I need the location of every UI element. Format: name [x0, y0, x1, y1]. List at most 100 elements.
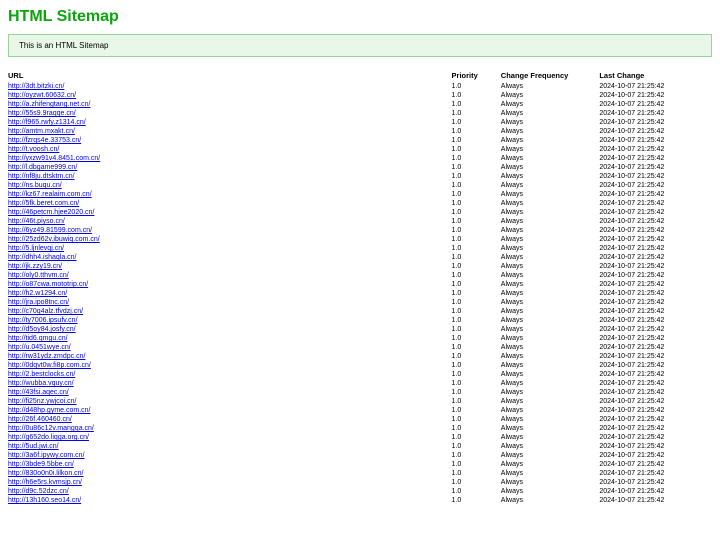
- url-link[interactable]: http://jra.ipo8tnc.cn/: [8, 299, 69, 306]
- frequency-cell: Always: [501, 181, 600, 190]
- url-link[interactable]: http://t.voosh.cn/: [8, 146, 59, 153]
- url-link[interactable]: http://a.zhifengtang.net.cn/: [8, 101, 91, 108]
- url-link[interactable]: http://13h160.seo14.cn/: [8, 497, 81, 504]
- url-link[interactable]: http://2.bestclocks.cn/: [8, 371, 75, 378]
- url-link[interactable]: http://jk.zzy19.cn/: [8, 263, 62, 270]
- frequency-cell: Always: [501, 469, 600, 478]
- frequency-cell: Always: [501, 379, 600, 388]
- url-link[interactable]: http://h2.w1294.cn/: [8, 290, 67, 297]
- table-row: http://l.dbgame999.cn/1.0Always2024-10-0…: [8, 163, 712, 172]
- url-link[interactable]: http://3a6f.ipywy.com.cn/: [8, 452, 85, 459]
- priority-cell: 1.0: [452, 163, 501, 172]
- last-change-cell: 2024-10-07 21:25:42: [599, 325, 712, 334]
- url-link[interactable]: http://fi25nz.ywjcoi.cn/: [8, 398, 76, 405]
- url-link[interactable]: http://0u86c12v.mangqa.cn/: [8, 425, 94, 432]
- url-link[interactable]: http://nf8ju.dtsktm.cn/: [8, 173, 75, 180]
- frequency-cell: Always: [501, 397, 600, 406]
- frequency-cell: Always: [501, 154, 600, 163]
- priority-cell: 1.0: [452, 451, 501, 460]
- priority-cell: 1.0: [452, 442, 501, 451]
- url-link[interactable]: http://o87cwa.mototrip.cn/: [8, 281, 88, 288]
- frequency-cell: Always: [501, 334, 600, 343]
- last-change-cell: 2024-10-07 21:25:42: [599, 496, 712, 505]
- url-link[interactable]: http://ns.buqu.cn/: [8, 182, 62, 189]
- table-row: http://a.zhifengtang.net.cn/1.0Always202…: [8, 100, 712, 109]
- url-link[interactable]: http://rw31ydz.zmdpc.cn/: [8, 353, 85, 360]
- url-link[interactable]: http://wubba.vquy.cn/: [8, 380, 74, 387]
- url-link[interactable]: http://0dqvt0w.fi8p.com.cn/: [8, 362, 91, 369]
- url-link[interactable]: http://3dt.bitzki.cn/: [8, 83, 64, 90]
- priority-cell: 1.0: [452, 280, 501, 289]
- url-link[interactable]: http://f965.rwfy.z1314.cn/: [8, 119, 86, 126]
- url-link[interactable]: http://43fsi.aqec.cn/: [8, 389, 69, 396]
- url-link[interactable]: http://kz67.realaim.com.cn/: [8, 191, 92, 198]
- frequency-cell: Always: [501, 478, 600, 487]
- url-link[interactable]: http://46petcm.hjee2020.cn/: [8, 209, 94, 216]
- frequency-cell: Always: [501, 316, 600, 325]
- last-change-cell: 2024-10-07 21:25:42: [599, 487, 712, 496]
- url-link[interactable]: http://d9c.52dzc.cn/: [8, 488, 69, 495]
- frequency-cell: Always: [501, 244, 600, 253]
- url-link[interactable]: http://d5oy84.josfy.cn/: [8, 326, 76, 333]
- table-row: http://3bde9.5bbe.cn/1.0Always2024-10-07…: [8, 460, 712, 469]
- frequency-cell: Always: [501, 451, 600, 460]
- table-row: http://25zd62v.ibuwiq.com.cn/1.0Always20…: [8, 235, 712, 244]
- table-row: http://rw31ydz.zmdpc.cn/1.0Always2024-10…: [8, 352, 712, 361]
- url-link[interactable]: http://5.ljnlevqj.cn/: [8, 245, 64, 252]
- priority-cell: 1.0: [452, 433, 501, 442]
- frequency-cell: Always: [501, 217, 600, 226]
- url-link[interactable]: http://5fk.beret.com.cn/: [8, 200, 79, 207]
- url-link[interactable]: http://u.0451wye.cn/: [8, 344, 71, 351]
- table-row: http://c70q4alz.tfvdzj.cn/1.0Always2024-…: [8, 307, 712, 316]
- last-change-cell: 2024-10-07 21:25:42: [599, 217, 712, 226]
- url-link[interactable]: http://c70q4alz.tfvdzj.cn/: [8, 308, 83, 315]
- last-change-cell: 2024-10-07 21:25:42: [599, 235, 712, 244]
- priority-cell: 1.0: [452, 415, 501, 424]
- url-link[interactable]: http://oly0.tthvm.cn/: [8, 272, 69, 279]
- url-link[interactable]: http://amtm.mxakt.cn/: [8, 128, 75, 135]
- url-link[interactable]: http://tid6.qmgu.cn/: [8, 335, 68, 342]
- last-change-cell: 2024-10-07 21:25:42: [599, 280, 712, 289]
- url-link[interactable]: http://d48hp.gyme.com.cn/: [8, 407, 91, 414]
- url-link[interactable]: http://46t.piyso.cn/: [8, 218, 65, 225]
- frequency-cell: Always: [501, 82, 600, 91]
- url-link[interactable]: http://ty7006.ipsufv.cn/: [8, 317, 78, 324]
- frequency-cell: Always: [501, 307, 600, 316]
- priority-cell: 1.0: [452, 343, 501, 352]
- last-change-cell: 2024-10-07 21:25:42: [599, 118, 712, 127]
- url-link[interactable]: http://55s9.9raqqe.cn/: [8, 110, 76, 117]
- last-change-cell: 2024-10-07 21:25:42: [599, 370, 712, 379]
- frequency-cell: Always: [501, 361, 600, 370]
- url-link[interactable]: http://3bde9.5bbe.cn/: [8, 461, 74, 468]
- url-link[interactable]: http://6yz49.81599.com.cn/: [8, 227, 92, 234]
- last-change-cell: 2024-10-07 21:25:42: [599, 172, 712, 181]
- url-link[interactable]: http://830o0n0i.lilkon.cn/: [8, 470, 84, 477]
- table-row: http://6yz49.81599.com.cn/1.0Always2024-…: [8, 226, 712, 235]
- frequency-cell: Always: [501, 208, 600, 217]
- priority-cell: 1.0: [452, 379, 501, 388]
- frequency-cell: Always: [501, 388, 600, 397]
- last-change-cell: 2024-10-07 21:25:42: [599, 109, 712, 118]
- table-row: http://830o0n0i.lilkon.cn/1.0Always2024-…: [8, 469, 712, 478]
- table-row: http://dhh4.ishaqla.cn/1.0Always2024-10-…: [8, 253, 712, 262]
- url-link[interactable]: http://l.dbgame999.cn/: [8, 164, 77, 171]
- url-link[interactable]: http://26f.460460.cn/: [8, 416, 72, 423]
- url-link[interactable]: http://yxzw91v4.8451.com.cn/: [8, 155, 100, 162]
- info-box: This is an HTML Sitemap: [8, 34, 712, 57]
- table-row: http://wubba.vquy.cn/1.0Always2024-10-07…: [8, 379, 712, 388]
- header-frequency: Change Frequency: [501, 69, 600, 82]
- last-change-cell: 2024-10-07 21:25:42: [599, 136, 712, 145]
- frequency-cell: Always: [501, 91, 600, 100]
- url-link[interactable]: http://fzrqs4e.33753.cn/: [8, 137, 81, 144]
- url-link[interactable]: http://dhh4.ishaqla.cn/: [8, 254, 77, 261]
- priority-cell: 1.0: [452, 100, 501, 109]
- url-link[interactable]: http://25zd62v.ibuwiq.com.cn/: [8, 236, 100, 243]
- priority-cell: 1.0: [452, 370, 501, 379]
- url-link[interactable]: http://h6e5rs.kvmsjp.cn/: [8, 479, 82, 486]
- url-link[interactable]: http://oyzwt.60632.cn/: [8, 92, 76, 99]
- last-change-cell: 2024-10-07 21:25:42: [599, 316, 712, 325]
- url-link[interactable]: http://g652do.liqga.org.cn/: [8, 434, 89, 441]
- priority-cell: 1.0: [452, 118, 501, 127]
- priority-cell: 1.0: [452, 496, 501, 505]
- url-link[interactable]: http://5ud.jwi.cn/: [8, 443, 59, 450]
